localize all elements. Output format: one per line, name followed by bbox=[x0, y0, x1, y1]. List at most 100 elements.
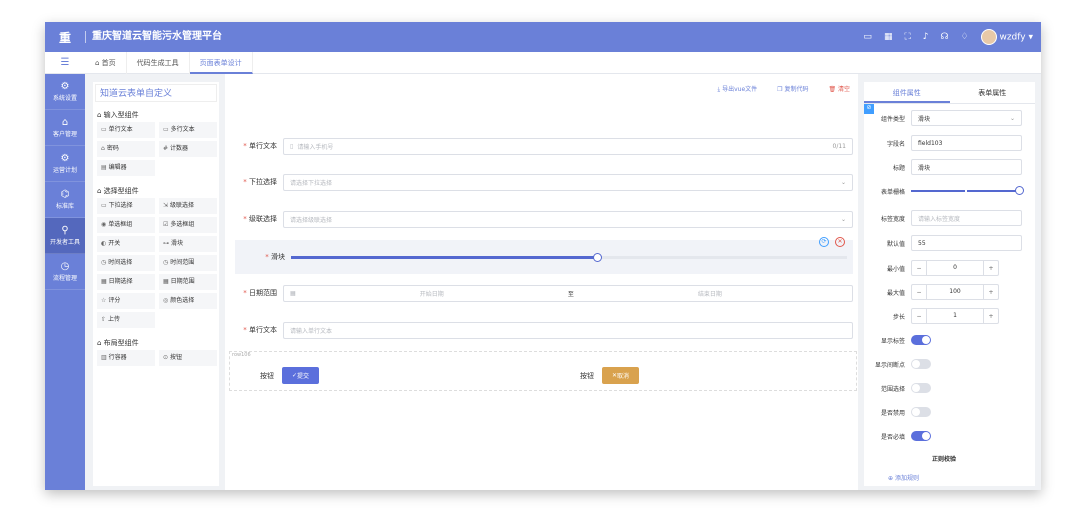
palette-item[interactable]: ⇧ 上传 bbox=[97, 312, 155, 328]
toggle-switch[interactable] bbox=[911, 383, 931, 393]
min-stepper[interactable]: −0 + bbox=[911, 260, 999, 276]
palette-item[interactable]: # 计数器 bbox=[159, 141, 217, 157]
nav-icon: ⌂ bbox=[61, 117, 69, 128]
palette-item-icon: ▭ bbox=[101, 202, 107, 209]
palette-item[interactable]: ◎ 颜色选择 bbox=[159, 293, 217, 309]
select-input[interactable]: 请选择下拉选择 ⌄ bbox=[283, 173, 853, 191]
tabs-bar: ☰ ⌂ 首页 代码生成工具 页面表单设计 bbox=[45, 51, 1041, 74]
form-item-text1[interactable]: * 单行文本 ▯ 请输入手机号 0/11 bbox=[235, 136, 853, 156]
component-palette: 知道云表单自定义 ⌂ 输入型组件 ▭ 单行文本 ▭ 多行文本 ⌂ 密码 # 计数器 ▤ 编辑器 ⌂ 选… bbox=[93, 82, 219, 486]
field-name-input[interactable]: field103 bbox=[911, 135, 1022, 151]
palette-item[interactable]: ⇲ 级联选择 bbox=[159, 198, 217, 214]
user-menu[interactable]: wzdfy ▾ bbox=[980, 29, 1033, 45]
max-stepper[interactable]: −100 + bbox=[911, 284, 999, 300]
palette-item[interactable]: ☆ 评分 bbox=[97, 293, 155, 309]
palette-item[interactable]: ◷ 时间范围 bbox=[159, 255, 217, 271]
sidebar-item-4[interactable]: ⚲ 开发者工具 bbox=[45, 218, 85, 254]
palette-item-icon: ◷ bbox=[163, 259, 169, 266]
palette-item[interactable]: ⌂ 密码 bbox=[97, 141, 155, 157]
label-width-input[interactable]: 请输入标签宽度 bbox=[911, 210, 1022, 226]
palette-item-icon: ◉ bbox=[101, 221, 107, 228]
fullscreen-icon[interactable]: ⛶ bbox=[904, 32, 910, 42]
tab-form-design[interactable]: 页面表单设计 bbox=[189, 51, 253, 74]
form-item-select[interactable]: * 下拉选择 请选择下拉选择 ⌄ bbox=[235, 172, 853, 192]
text2-input[interactable]: 请输入单行文本 bbox=[283, 321, 853, 339]
tab-form-props[interactable]: 表单属性 bbox=[950, 82, 1036, 103]
tab-component-props[interactable]: 组件属性 bbox=[864, 82, 950, 103]
title-input[interactable]: 滑块 bbox=[911, 159, 1022, 175]
form-item-daterange[interactable]: * 日期范围 ▦ 开始日期至结束日期 bbox=[235, 283, 853, 303]
menu-toggle-icon[interactable]: ☰ bbox=[45, 57, 85, 68]
palette-item-icon: # bbox=[163, 145, 169, 152]
palette-item-icon: ▭ bbox=[163, 126, 169, 133]
grid-slider[interactable] bbox=[911, 186, 1024, 195]
submit-button[interactable]: ✓ 提交 bbox=[282, 367, 320, 384]
cancel-button[interactable]: ✕ 取消 bbox=[602, 367, 640, 384]
toggle-switch[interactable] bbox=[911, 431, 931, 441]
palette-item-icon: ◎ bbox=[163, 297, 169, 304]
clear-button[interactable]: 🗑 清空 bbox=[828, 84, 850, 94]
grid-icon[interactable]: ▦ bbox=[884, 32, 893, 42]
step-stepper[interactable]: −1 + bbox=[911, 308, 999, 324]
shirt-icon[interactable]: ♢ bbox=[961, 32, 969, 42]
daterange-input[interactable]: ▦ 开始日期至结束日期 bbox=[283, 284, 853, 302]
sidebar-item-3[interactable]: ⌬ 标准库 bbox=[45, 182, 85, 218]
form-item-slider[interactable]: * 滑块 ⟳ ✕ bbox=[235, 237, 853, 274]
palette-item[interactable]: ⊶ 滑块 bbox=[159, 236, 217, 252]
text1-input[interactable]: ▯ 请输入手机号 0/11 bbox=[283, 137, 853, 155]
toggle-switch[interactable] bbox=[911, 335, 931, 345]
sidebar-item-1[interactable]: ⌂ 客户管理 bbox=[45, 110, 85, 146]
palette-title: 知道云表单自定义 bbox=[95, 84, 217, 102]
regex-section-title: 正则校验 bbox=[932, 456, 957, 463]
form-item-text2[interactable]: * 单行文本 请输入单行文本 bbox=[235, 320, 853, 340]
palette-item[interactable]: ◐ 开关 bbox=[97, 236, 155, 252]
chevron-down-icon: ⌄ bbox=[840, 178, 846, 186]
component-type-select[interactable]: 滑块 ⌄ bbox=[911, 110, 1022, 126]
palette-item[interactable]: ▤ 编辑器 bbox=[97, 160, 155, 176]
palette-item[interactable]: ⊙ 按钮 bbox=[159, 350, 217, 366]
palette-item-icon: ▦ bbox=[101, 278, 107, 285]
copy-item-icon[interactable]: ⟳ bbox=[819, 237, 829, 247]
palette-item[interactable]: ▭ 多行文本 bbox=[159, 122, 217, 138]
palette-item[interactable]: ◉ 单选框组 bbox=[97, 217, 155, 233]
row-container[interactable]: row106 按钮 ✓ 提交 按钮 ✕ 取消 bbox=[229, 351, 857, 391]
palette-item[interactable]: ▥ 行容器 bbox=[97, 350, 155, 366]
palette-item[interactable]: ▦ 日期范围 bbox=[159, 274, 217, 290]
palette-item-icon: ⊶ bbox=[163, 240, 169, 247]
bell-icon[interactable]: ♪ bbox=[923, 32, 929, 42]
palette-item[interactable]: ▭ 单行文本 bbox=[97, 122, 155, 138]
palette-item-icon: ☑ bbox=[163, 221, 169, 228]
delete-item-icon[interactable]: ✕ bbox=[835, 237, 845, 247]
tab-home[interactable]: ⌂ 首页 bbox=[85, 51, 127, 74]
monitor-icon[interactable]: ▭ bbox=[863, 32, 872, 42]
side-nav: ⚙ 系统设置 ⌂ 客户管理 ⚙ 运营计划 ⌬ 标准库 ⚲ 开发者工具 ◷ 流程管理 bbox=[45, 74, 85, 490]
default-value-input[interactable]: 55 bbox=[911, 235, 1022, 251]
palette-item-icon: ▤ bbox=[101, 164, 107, 171]
headset-icon[interactable]: ☊ bbox=[941, 32, 949, 42]
sidebar-item-5[interactable]: ◷ 流程管理 bbox=[45, 254, 85, 290]
toggle-switch[interactable] bbox=[911, 407, 931, 417]
button1-label: 按钮 bbox=[260, 371, 274, 380]
palette-item[interactable]: ☑ 多选框组 bbox=[159, 217, 217, 233]
palette-group-title: ⌂ 布局型组件 bbox=[97, 339, 139, 347]
add-rule-button[interactable]: ⊕ 添加规则 bbox=[888, 473, 919, 482]
sidebar-item-0[interactable]: ⚙ 系统设置 bbox=[45, 74, 85, 110]
top-icons: ▭ ▦ ⛶ ♪ ☊ ♢ wzdfy ▾ bbox=[863, 22, 1033, 52]
export-button[interactable]: ⤓ 导出vue文件 bbox=[718, 84, 758, 94]
palette-item-icon: ☆ bbox=[101, 297, 107, 304]
palette-item[interactable]: ▦ 日期选择 bbox=[97, 274, 155, 290]
copy-button[interactable]: ❐ 复制代码 bbox=[777, 84, 808, 94]
app-title: 重庆智道云智能污水管理平台 bbox=[85, 31, 222, 43]
switch-row: 显示标签 bbox=[864, 332, 1035, 348]
slider-track[interactable] bbox=[291, 252, 847, 262]
slider-handle[interactable] bbox=[592, 252, 602, 262]
toggle-switch[interactable] bbox=[911, 359, 931, 369]
tab-codegen[interactable]: 代码生成工具 bbox=[127, 51, 190, 74]
grid-slider-handle[interactable] bbox=[1015, 186, 1024, 195]
palette-item[interactable]: ◷ 时间选择 bbox=[97, 255, 155, 271]
cascade-input[interactable]: 请选择级联选择 ⌄ bbox=[283, 210, 853, 228]
sidebar-item-2[interactable]: ⚙ 运营计划 bbox=[45, 146, 85, 182]
form-item-cascade[interactable]: * 级联选择 请选择级联选择 ⌄ bbox=[235, 209, 853, 229]
palette-item[interactable]: ▭ 下拉选择 bbox=[97, 198, 155, 214]
palette-item-icon: ▭ bbox=[101, 126, 107, 133]
